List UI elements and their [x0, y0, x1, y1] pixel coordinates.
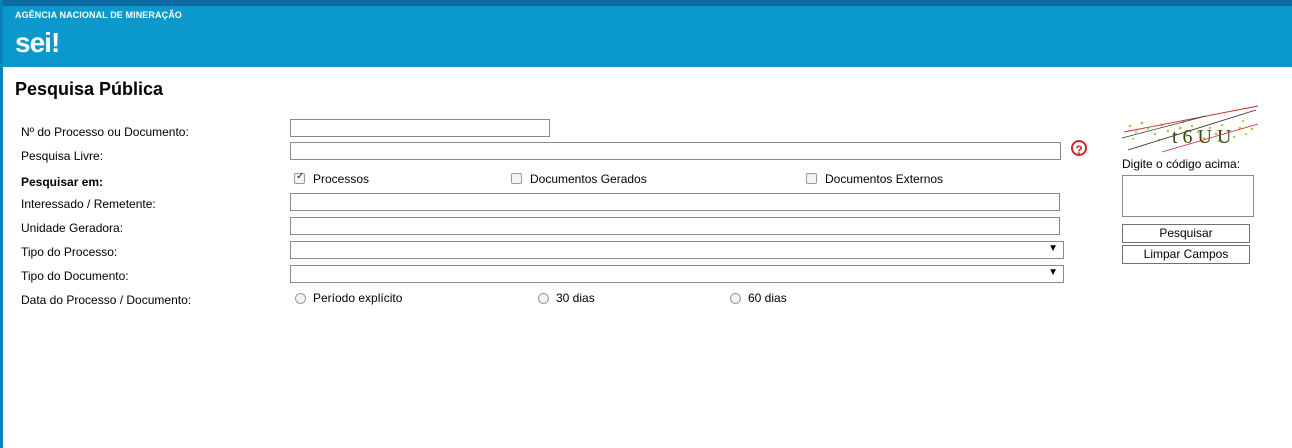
header-strip: [0, 0, 1292, 6]
checkbox-documentos-gerados[interactable]: [511, 173, 522, 184]
captcha-input[interactable]: [1122, 175, 1254, 217]
unidade-label: Unidade Geradora:: [21, 221, 124, 235]
radio-periodo-explicito[interactable]: [295, 293, 306, 304]
interessado-label: Interessado / Remetente:: [21, 197, 156, 211]
header-bar: AGÊNCIA NACIONAL DE MINERAÇÃO sei!: [0, 0, 1292, 67]
captcha-prompt: Digite o código acima:: [1122, 157, 1241, 171]
radio-periodo-explicito-label[interactable]: Período explícito: [313, 291, 402, 305]
radio-30-dias-label[interactable]: 30 dias: [556, 291, 595, 305]
pesquisa-livre-input[interactable]: [290, 142, 1061, 160]
sei-logo[interactable]: sei!: [15, 27, 60, 58]
processo-input[interactable]: [290, 119, 550, 137]
agency-name: AGÊNCIA NACIONAL DE MINERAÇÃO: [15, 10, 182, 20]
left-border: [0, 0, 3, 448]
processo-label: Nº do Processo ou Documento:: [21, 125, 189, 139]
clear-fields-button[interactable]: Limpar Campos: [1122, 245, 1250, 264]
pesquisa-livre-label: Pesquisa Livre:: [21, 149, 104, 163]
interessado-input[interactable]: [290, 193, 1060, 211]
dropdown-arrow-icon: ▼: [1048, 267, 1058, 278]
radio-60-dias[interactable]: [730, 293, 741, 304]
captcha-code: t6UU: [1172, 126, 1236, 148]
checkbox-documentos-gerados-label[interactable]: Documentos Gerados: [530, 172, 647, 186]
checkbox-documentos-externos-label[interactable]: Documentos Externos: [825, 172, 943, 186]
dropdown-arrow-icon: ▼: [1048, 243, 1058, 254]
help-icon[interactable]: ?: [1071, 140, 1087, 157]
unidade-input[interactable]: [290, 217, 1060, 235]
checkbox-documentos-externos[interactable]: [806, 173, 817, 184]
logo-mark: !: [50, 27, 60, 58]
data-label: Data do Processo / Documento:: [21, 293, 192, 307]
tipo-processo-select[interactable]: ▼: [290, 241, 1064, 259]
radio-60-dias-label[interactable]: 60 dias: [748, 291, 787, 305]
checkbox-processos[interactable]: [294, 171, 305, 184]
captcha-image: t6UU: [1122, 104, 1260, 154]
radio-30-dias[interactable]: [538, 293, 549, 304]
logo-text: sei: [15, 27, 52, 58]
pesquisar-em-label: Pesquisar em:: [21, 175, 104, 189]
tipo-documento-select[interactable]: ▼: [290, 265, 1064, 283]
tipo-documento-label: Tipo do Documento:: [21, 269, 129, 283]
page-title: Pesquisa Pública: [15, 79, 164, 99]
checkbox-processos-label[interactable]: Processos: [313, 172, 369, 186]
tipo-processo-label: Tipo do Processo:: [21, 245, 118, 259]
search-button[interactable]: Pesquisar: [1122, 224, 1250, 243]
